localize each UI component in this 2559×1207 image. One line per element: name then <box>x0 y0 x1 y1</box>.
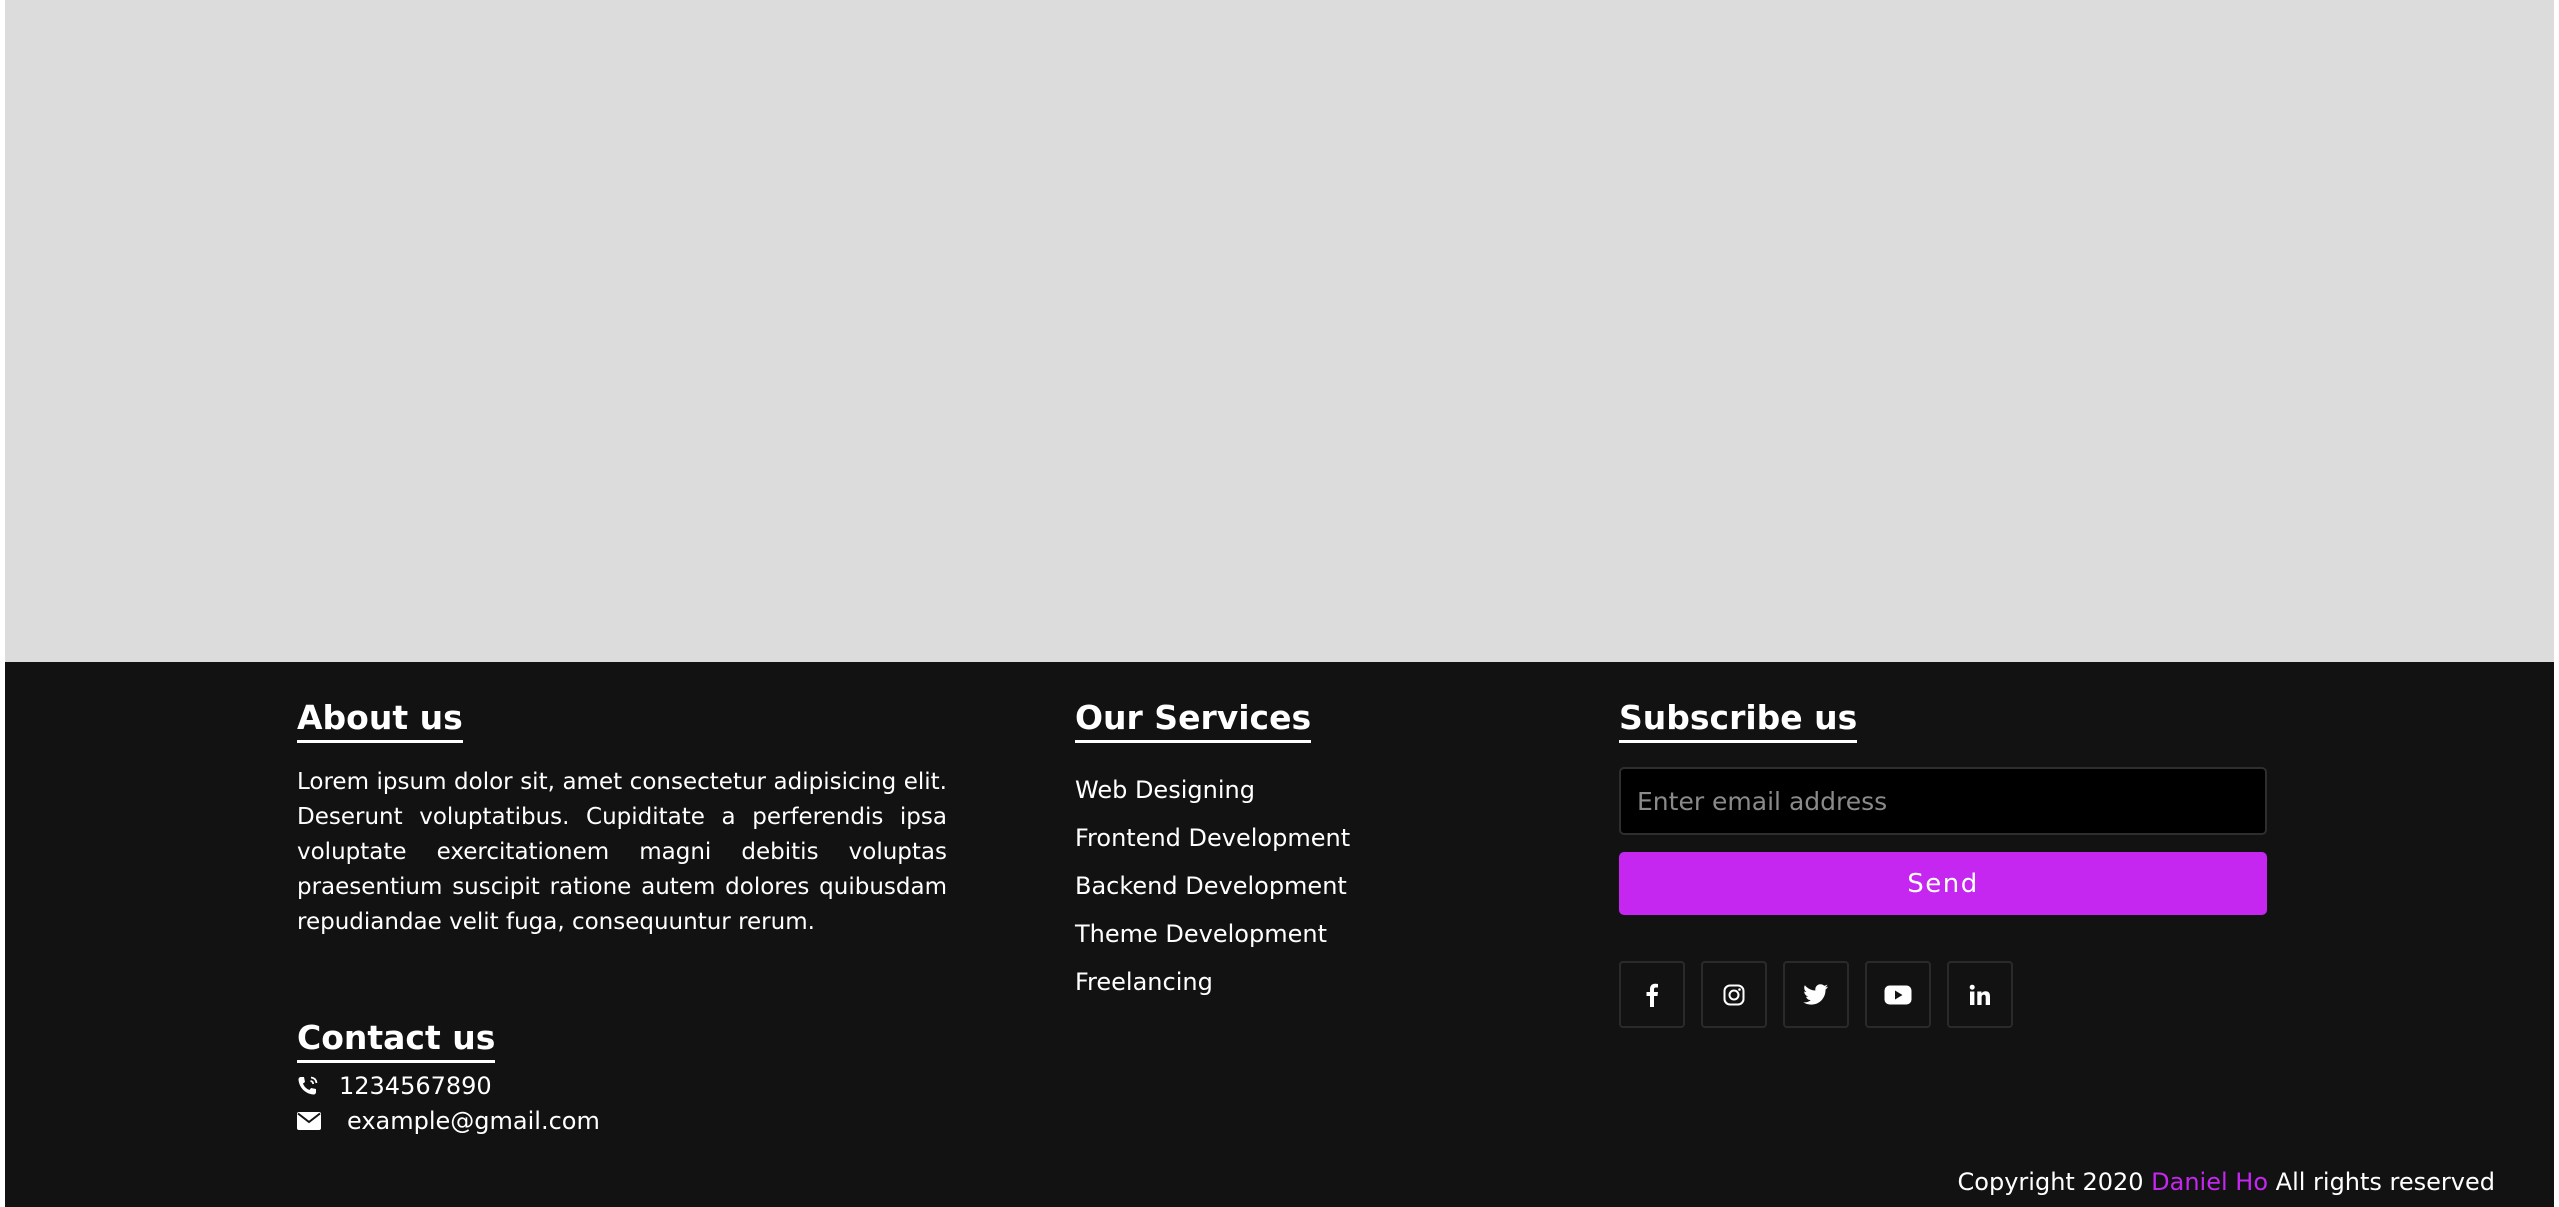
about-text: Lorem ipsum dolor sit, amet consectetur … <box>297 769 947 935</box>
service-item-theme-development[interactable]: Theme Development <box>1075 910 1350 958</box>
copyright-suffix: All rights reserved <box>2268 1168 2495 1196</box>
youtube-icon <box>1884 985 1912 1004</box>
hero-section <box>5 0 2554 662</box>
instagram-icon <box>1723 984 1745 1005</box>
copyright-prefix: Copyright 2020 <box>1957 1168 2152 1196</box>
email-input[interactable] <box>1619 767 2267 835</box>
site-footer: About us Lorem ipsum dolor sit, amet con… <box>5 662 2554 1207</box>
about-heading: About us <box>297 698 463 743</box>
services-heading: Our Services <box>1075 698 1312 743</box>
subscribe-heading: Subscribe us <box>1619 698 1858 743</box>
page: About us Lorem ipsum dolor sit, amet con… <box>5 0 2554 1207</box>
facebook-button[interactable] <box>1619 961 1685 1028</box>
instagram-button[interactable] <box>1701 961 1767 1028</box>
service-item-backend-development[interactable]: Backend Development <box>1075 862 1350 910</box>
send-button[interactable]: Send <box>1619 852 2267 915</box>
contact-email: example@gmail.com <box>297 1107 600 1135</box>
twitter-icon <box>1803 983 1828 1005</box>
contact-phone-text: 1234567890 <box>339 1072 492 1100</box>
phone-volume-icon <box>297 1074 331 1098</box>
service-item-freelancing[interactable]: Freelancing <box>1075 958 1350 1006</box>
service-item-frontend-development[interactable]: Frontend Development <box>1075 814 1350 862</box>
contact-email-text[interactable]: example@gmail.com <box>347 1107 600 1135</box>
facebook-icon <box>1646 983 1658 1007</box>
service-item-web-designing[interactable]: Web Designing <box>1075 766 1350 814</box>
linkedin-button[interactable] <box>1947 961 2013 1028</box>
contact-heading: Contact us <box>297 1018 496 1063</box>
services-list: Web Designing Frontend Development Backe… <box>1075 766 1350 1006</box>
envelope-icon <box>297 1109 339 1133</box>
social-links <box>1619 961 2013 1028</box>
linkedin-icon <box>1969 984 1990 1005</box>
twitter-button[interactable] <box>1783 961 1849 1028</box>
copyright: Copyright 2020 Daniel Ho All rights rese… <box>1958 1168 2495 1196</box>
youtube-button[interactable] <box>1865 961 1931 1028</box>
contact-phone: 1234567890 <box>297 1072 492 1100</box>
copyright-brand-link[interactable]: Daniel Ho <box>2151 1168 2268 1196</box>
